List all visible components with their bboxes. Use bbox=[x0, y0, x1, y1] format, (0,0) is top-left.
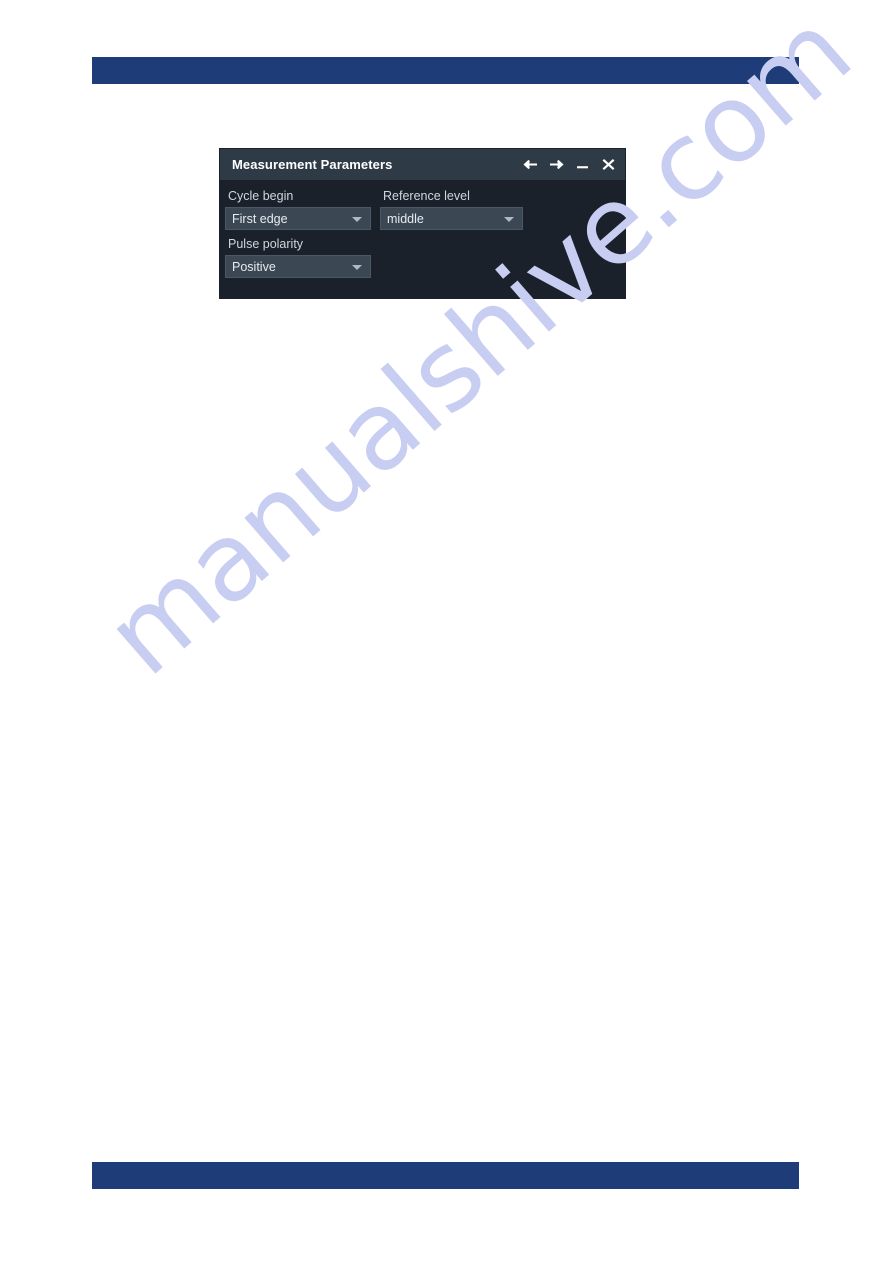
field-cycle-begin: Cycle begin First edge bbox=[225, 189, 375, 230]
page-footer-banner bbox=[92, 1162, 799, 1189]
back-arrow-icon[interactable] bbox=[522, 156, 539, 173]
cycle-begin-value: First edge bbox=[232, 211, 288, 226]
chevron-down-icon bbox=[352, 216, 362, 222]
pulse-polarity-label: Pulse polarity bbox=[228, 237, 304, 251]
chevron-down-icon bbox=[504, 216, 514, 222]
reference-level-value: middle bbox=[387, 211, 424, 226]
titlebar-button-group bbox=[522, 156, 617, 173]
close-icon[interactable] bbox=[600, 156, 617, 173]
field-reference-level: Reference level middle bbox=[380, 189, 528, 230]
dialog-title: Measurement Parameters bbox=[232, 157, 393, 172]
measurement-parameters-dialog: Measurement Parameters Cycle begin First… bbox=[220, 149, 625, 298]
minimize-icon[interactable] bbox=[574, 156, 591, 173]
forward-arrow-icon[interactable] bbox=[548, 156, 565, 173]
reference-level-label: Reference level bbox=[383, 189, 470, 203]
field-pulse-polarity: Pulse polarity Positive bbox=[225, 237, 375, 278]
pulse-polarity-value: Positive bbox=[232, 259, 276, 274]
dialog-titlebar: Measurement Parameters bbox=[220, 149, 625, 180]
pulse-polarity-dropdown[interactable]: Positive bbox=[225, 255, 371, 278]
cycle-begin-label: Cycle begin bbox=[228, 189, 294, 203]
field-row-2: Pulse polarity Positive bbox=[220, 230, 625, 278]
page-header-banner bbox=[92, 57, 799, 84]
chevron-down-icon bbox=[352, 264, 362, 270]
field-row-1: Cycle begin First edge Reference level m… bbox=[220, 189, 625, 230]
reference-level-dropdown[interactable]: middle bbox=[380, 207, 523, 230]
dialog-body: Cycle begin First edge Reference level m… bbox=[220, 180, 625, 298]
cycle-begin-dropdown[interactable]: First edge bbox=[225, 207, 371, 230]
watermark-text: manualshive.com bbox=[82, 0, 875, 700]
